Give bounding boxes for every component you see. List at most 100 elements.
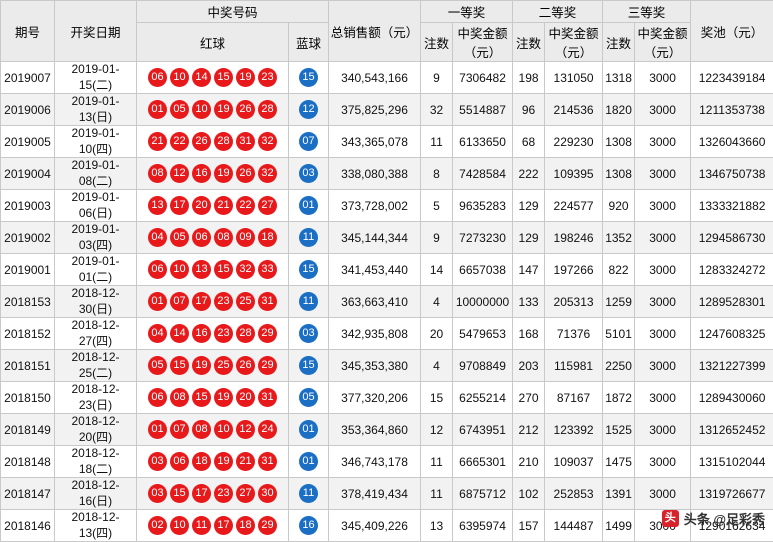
cell-prize2-amount: 214536 — [545, 94, 603, 126]
cell-prize2-amount: 252853 — [545, 478, 603, 510]
header-total-sales: 总销售额（元） — [329, 1, 421, 62]
cell-prize1-amount: 7428584 — [453, 158, 513, 190]
cell-prize1-count: 9 — [421, 222, 453, 254]
cell-blue-ball: 01 — [289, 446, 329, 478]
cell-prize3-count: 5101 — [603, 318, 635, 350]
red-ball: 19 — [192, 356, 211, 375]
cell-issue: 2019001 — [1, 254, 55, 286]
cell-red-balls: 212226283132 — [137, 126, 289, 158]
cell-prize3-count: 1820 — [603, 94, 635, 126]
cell-red-balls: 061013153233 — [137, 254, 289, 286]
cell-issue: 2019006 — [1, 94, 55, 126]
cell-date: 2018-12-13(四) — [55, 510, 137, 542]
cell-blue-ball: 15 — [289, 62, 329, 94]
cell-red-balls: 030618192131 — [137, 446, 289, 478]
red-ball: 08 — [192, 420, 211, 439]
red-ball: 06 — [148, 260, 167, 279]
header-issue: 期号 — [1, 1, 55, 62]
cell-prize1-count: 11 — [421, 446, 453, 478]
cell-prize2-amount: 224577 — [545, 190, 603, 222]
cell-total-sales: 340,543,166 — [329, 62, 421, 94]
red-ball: 25 — [236, 292, 255, 311]
table-row: 20190012019-01-01(二)06101315323315341,45… — [1, 254, 773, 286]
red-ball: 13 — [192, 260, 211, 279]
cell-date: 2018-12-18(二) — [55, 446, 137, 478]
cell-total-sales: 373,728,002 — [329, 190, 421, 222]
cell-issue: 2019002 — [1, 222, 55, 254]
cell-prize2-count: 210 — [513, 446, 545, 478]
watermark-text: 头条 @足彩秀 — [684, 509, 765, 528]
cell-prize3-count: 1352 — [603, 222, 635, 254]
blue-ball: 03 — [299, 324, 318, 343]
red-ball: 21 — [148, 132, 167, 151]
cell-pool: 1346750738 — [691, 158, 773, 190]
table-header: 期号 开奖日期 中奖号码 总销售额（元） 一等奖 二等奖 三等奖 奖池（元） 红… — [1, 1, 773, 62]
cell-issue: 2019004 — [1, 158, 55, 190]
cell-blue-ball: 15 — [289, 350, 329, 382]
cell-prize3-amount: 3000 — [635, 126, 691, 158]
cell-prize1-count: 8 — [421, 158, 453, 190]
cell-prize3-amount: 3000 — [635, 478, 691, 510]
cell-prize2-amount: 229230 — [545, 126, 603, 158]
blue-ball: 07 — [299, 132, 318, 151]
cell-pool: 1319726677 — [691, 478, 773, 510]
red-ball: 25 — [214, 356, 233, 375]
red-ball: 24 — [258, 420, 277, 439]
cell-date: 2018-12-30(日) — [55, 286, 137, 318]
cell-prize3-count: 822 — [603, 254, 635, 286]
blue-ball: 11 — [299, 228, 318, 247]
table-row: 20181482018-12-18(二)03061819213101346,74… — [1, 446, 773, 478]
cell-prize1-amount: 7273230 — [453, 222, 513, 254]
red-ball: 12 — [236, 420, 255, 439]
red-ball: 01 — [148, 420, 167, 439]
cell-prize1-amount: 6875712 — [453, 478, 513, 510]
red-ball: 29 — [258, 324, 277, 343]
cell-pool: 1289528301 — [691, 286, 773, 318]
cell-prize3-amount: 3000 — [635, 318, 691, 350]
cell-prize2-count: 222 — [513, 158, 545, 190]
cell-prize1-amount: 6665301 — [453, 446, 513, 478]
cell-blue-ball: 11 — [289, 222, 329, 254]
cell-date: 2018-12-23(日) — [55, 382, 137, 414]
red-ball: 17 — [214, 516, 233, 535]
cell-prize3-amount: 3000 — [635, 62, 691, 94]
cell-total-sales: 345,144,344 — [329, 222, 421, 254]
cell-date: 2019-01-10(四) — [55, 126, 137, 158]
blue-ball: 01 — [299, 196, 318, 215]
red-ball: 11 — [192, 516, 211, 535]
cell-prize1-amount: 5479653 — [453, 318, 513, 350]
cell-blue-ball: 07 — [289, 126, 329, 158]
cell-date: 2018-12-25(二) — [55, 350, 137, 382]
cell-red-balls: 081216192632 — [137, 158, 289, 190]
cell-prize3-count: 1475 — [603, 446, 635, 478]
cell-issue: 2018148 — [1, 446, 55, 478]
cell-prize3-amount: 3000 — [635, 158, 691, 190]
cell-prize3-count: 1525 — [603, 414, 635, 446]
red-ball: 10 — [170, 260, 189, 279]
cell-date: 2019-01-13(日) — [55, 94, 137, 126]
cell-prize1-count: 12 — [421, 414, 453, 446]
red-ball: 32 — [258, 164, 277, 183]
red-ball: 10 — [214, 420, 233, 439]
cell-prize2-count: 102 — [513, 478, 545, 510]
cell-total-sales: 346,743,178 — [329, 446, 421, 478]
red-ball: 29 — [258, 516, 277, 535]
cell-prize2-count: 147 — [513, 254, 545, 286]
red-ball: 23 — [214, 292, 233, 311]
table-row: 20181472018-12-16(日)03151723273011378,41… — [1, 478, 773, 510]
cell-prize3-count: 1391 — [603, 478, 635, 510]
blue-ball: 05 — [299, 388, 318, 407]
cell-blue-ball: 11 — [289, 286, 329, 318]
cell-pool: 1326043660 — [691, 126, 773, 158]
red-ball: 19 — [214, 100, 233, 119]
cell-pool: 1315102044 — [691, 446, 773, 478]
cell-prize1-count: 15 — [421, 382, 453, 414]
cell-prize2-amount: 109037 — [545, 446, 603, 478]
cell-prize1-count: 4 — [421, 350, 453, 382]
cell-prize2-amount: 123392 — [545, 414, 603, 446]
cell-date: 2019-01-01(二) — [55, 254, 137, 286]
cell-prize1-amount: 6395974 — [453, 510, 513, 542]
watermark: 头 头条 @足彩秀 — [662, 509, 765, 528]
red-ball: 14 — [170, 324, 189, 343]
cell-prize2-count: 168 — [513, 318, 545, 350]
